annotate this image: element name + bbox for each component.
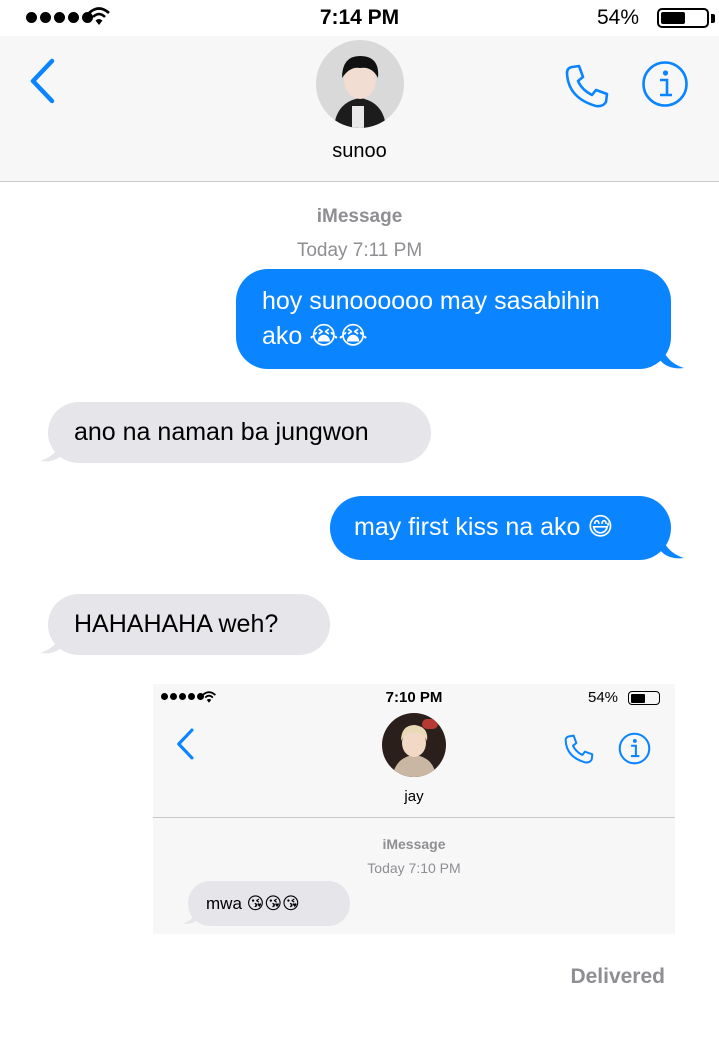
message-text: mwa 😘😘😘	[206, 894, 300, 913]
message-bubble-incoming[interactable]: HAHAHAHA weh?	[48, 594, 330, 655]
message-bubble-incoming: mwa 😘😘😘	[188, 881, 350, 926]
battery-icon	[628, 691, 660, 705]
battery-icon	[657, 8, 709, 28]
info-icon[interactable]	[641, 60, 689, 108]
info-icon	[618, 732, 651, 765]
message-bubble-outgoing[interactable]: hoy sunoooooo may sasabihin ako 😭😭	[236, 269, 671, 369]
message-bubble-incoming[interactable]: ano na naman ba jungwon	[48, 402, 431, 463]
conversation-header: sunoo	[0, 36, 719, 182]
contact-avatar	[382, 713, 446, 777]
battery-percentage: 54%	[588, 689, 619, 706]
back-chevron-icon	[177, 728, 194, 760]
contact-name[interactable]: sunoo	[0, 140, 719, 163]
conversation-timestamp: Today 7:10 PM	[367, 860, 461, 876]
header-divider	[153, 817, 675, 818]
phone-icon	[564, 734, 594, 764]
message-text: ano na naman ba jungwon	[74, 418, 369, 446]
message-bubble-outgoing[interactable]: may first kiss na ako 😅	[330, 496, 671, 560]
battery-tip	[711, 14, 715, 23]
phone-icon[interactable]	[563, 62, 611, 110]
delivered-status: Delivered	[570, 965, 665, 988]
conversation-timestamp: Today 7:11 PM	[296, 240, 423, 261]
battery-percentage: 54%	[596, 6, 639, 29]
message-text: hoy sunoooooo may sasabihin ako 😭😭	[262, 287, 600, 350]
message-text: HAHAHAHA weh?	[74, 610, 279, 638]
status-bar: 7:14 PM 54%	[0, 0, 719, 36]
contact-avatar[interactable]	[316, 40, 404, 128]
service-label: iMessage	[316, 206, 403, 227]
message-text: may first kiss na ako 😅	[354, 513, 614, 541]
back-chevron-icon[interactable]	[28, 58, 56, 104]
contact-name: jay	[404, 788, 424, 805]
service-label: iMessage	[382, 836, 446, 852]
